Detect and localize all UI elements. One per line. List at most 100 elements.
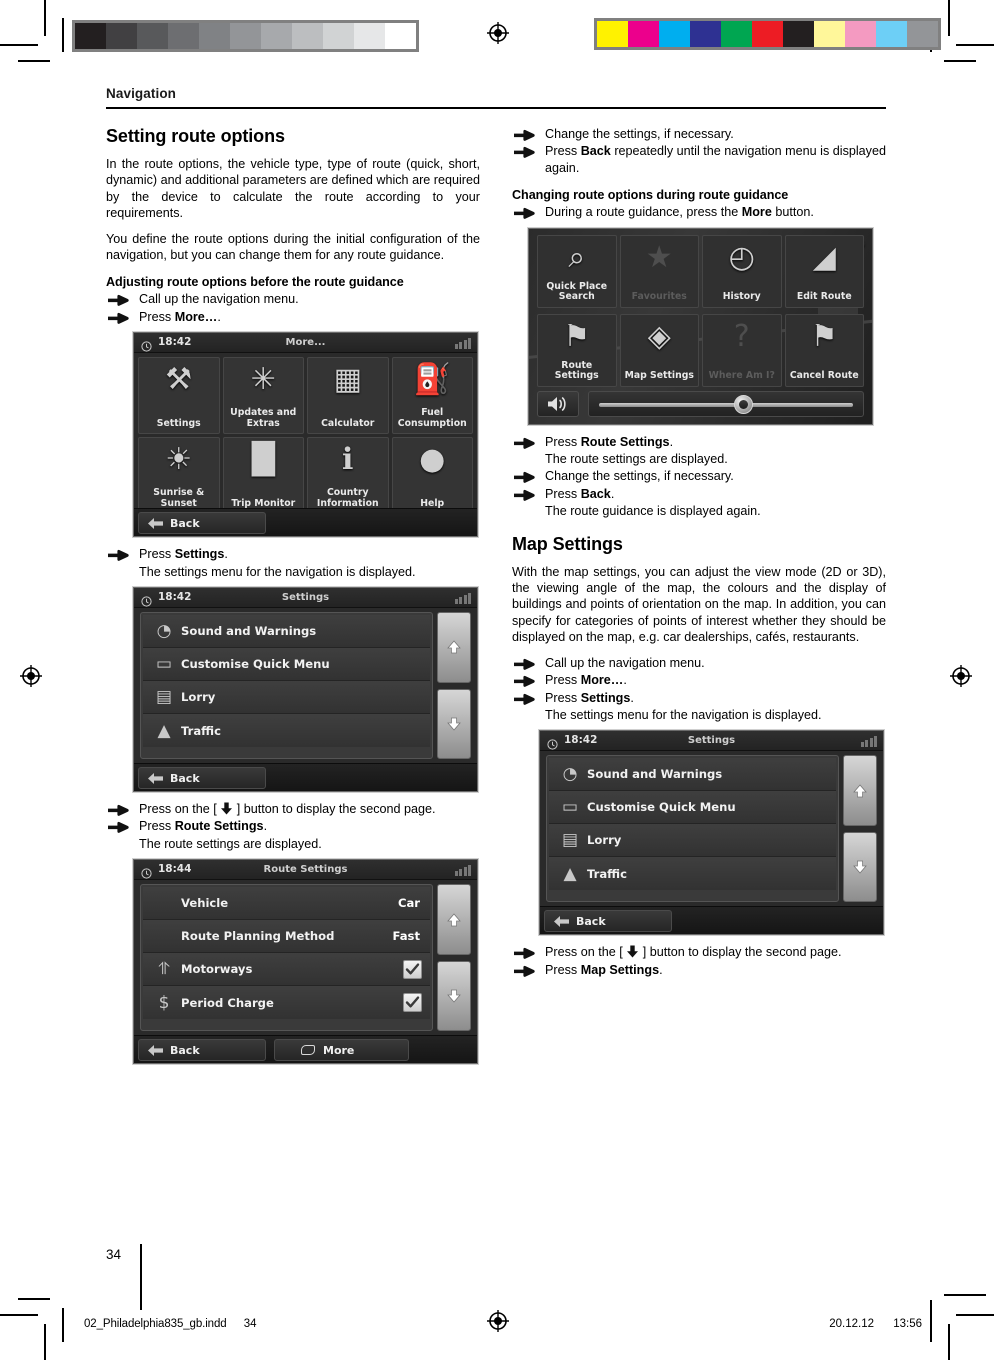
signpost-icon: ⚑ [563,318,591,354]
list-row-label: Lorry [587,833,622,848]
checkbox-checked[interactable] [403,993,422,1013]
checkered-flag-icon: ⚑ [810,318,838,354]
screen-title: Settings [687,735,736,747]
footer-filename: 02_Philadelphia835_gb.indd [84,1318,227,1330]
signal-strength-icon [454,337,471,350]
scroll-up-button[interactable] [437,612,471,683]
tile-label: Where Am I? [708,370,775,382]
step-item: Press Settings. [106,546,480,562]
back-button[interactable]: Back [544,910,672,933]
step-note: The route settings are displayed. [139,836,322,851]
tile-route-settings[interactable]: ⚑ Route Settings [537,313,617,387]
tile-quick-place-search[interactable]: ⌕ Quick Place Search [537,234,617,308]
tile-history[interactable]: ◴ History [702,234,782,308]
step-text: Call up the navigation menu. [139,292,299,307]
list-row-vehicle[interactable]: Vehicle Car [143,887,430,921]
scrollbar[interactable] [437,884,471,1032]
screenshot-settings-list-1: 18:42 Settings ◔ Sound and Warnings ▭ Custo… [133,587,478,793]
step-text: Press Route Settings. [139,819,268,834]
tile-updates-and-extras[interactable]: ✳ Updates and Extras [222,357,304,435]
step-item: Press Route Settings. [512,434,886,450]
lorry-icon: ▤ [155,687,173,708]
traffic-warning-icon: ▲ [157,720,171,741]
pointing-hand-icon [108,804,130,816]
tile-country-information[interactable]: ℹ Country Information [307,437,389,515]
step-text: Change the settings, if necessary. [545,469,734,484]
tile-label: Updates and Extras [230,407,297,429]
volume-slider-knob[interactable] [734,394,754,414]
back-button[interactable]: Back [138,1039,266,1062]
step-text: Change the settings, if necessary. [545,127,734,141]
screen-titlebar: 18:42 Settings [540,731,883,752]
list-row-sound-and-warnings[interactable]: ◔ Sound and Warnings [549,758,836,792]
step-list-left-b: Press Settings. [106,546,480,562]
more-menu-tile-grid: ⚒ Settings ✳ Updates and Extras ▦ Calculator ⛽… [134,353,477,518]
section-title-map-settings: Map Settings [512,533,623,554]
settings-list: ◔ Sound and Warnings ▭ Customise Quick Menu… [140,612,433,760]
back-button-label: Back [170,516,200,530]
tile-fuel-consumption[interactable]: ⛽ Fuel Consumption [391,357,473,435]
list-row-sound-and-warnings[interactable]: ◔ Sound and Warnings [143,615,430,649]
tile-sunrise-sunset[interactable]: ☀ Sunrise & Sunset [138,437,220,515]
step-text: Call up the navigation menu. [545,655,705,670]
pointing-hand-icon [108,821,130,834]
signal-strength-icon [454,864,471,877]
step-text: Press Route Settings. [545,434,674,449]
step-item: Press More…. [106,309,480,325]
list-row-label: Motorways [181,962,253,977]
list-row-route-planning-method[interactable]: Route Planning Method Fast [143,920,430,954]
scroll-down-button[interactable] [843,831,877,903]
lightbulb-icon: ● [419,442,446,478]
tile-map-settings[interactable]: ◈ Map Settings [619,313,699,387]
list-row-lorry[interactable]: ▤ Lorry [549,824,836,858]
step-text: Press Settings. [139,547,228,562]
list-row-traffic[interactable]: ▲ Traffic [549,857,836,891]
step-note: The settings menu for the navigation is … [545,707,822,722]
tile-favourites: ★ Favourites [619,234,699,308]
screen-bottom-bar: Back [134,508,477,537]
pointing-hand-icon [108,549,130,562]
step-item: Change the settings, if necessary. [512,126,886,142]
back-button[interactable]: Back [138,767,266,790]
step-item: Press Settings. [512,690,886,706]
list-row-motorways[interactable]: ⥣ Motorways [143,953,430,987]
bar-chart-icon: █ [251,442,275,478]
step-list-right-b: During a route guidance, press the More … [512,204,886,220]
tile-edit-route[interactable]: ◢ Edit Route [784,234,864,308]
scroll-down-button[interactable] [437,688,471,760]
left-arrow-icon [148,772,163,784]
star-icon: ★ [645,239,673,275]
step-list-right-f: Press on the [ ] button to display the s… [512,944,886,978]
scrollbar[interactable] [843,755,877,903]
satellite-icon: ✳ [250,362,276,398]
tile-calculator[interactable]: ▦ Calculator [307,357,389,435]
volume-slider[interactable] [588,390,864,417]
tile-help[interactable]: ● Help [391,437,473,515]
scroll-up-button[interactable] [843,755,877,826]
tile-label: Fuel Consumption [397,407,467,429]
footer-date: 20.12.12 [829,1318,875,1330]
checkbox-checked[interactable] [403,959,422,979]
more-button[interactable]: More [274,1039,409,1062]
list-row-value: Fast [392,929,420,944]
tile-label: Route Settings [554,359,599,382]
speaker-volume-icon[interactable] [537,390,579,417]
tile-label: Edit Route [796,291,852,303]
list-row-customise-quick-menu[interactable]: ▭ Customise Quick Menu [549,791,836,825]
tile-where-am-i: ? Where Am I? [702,313,782,387]
scrollbar[interactable] [437,612,471,760]
folio-page-number: 34 [106,1247,122,1262]
pointing-hand-icon [514,489,536,501]
scroll-down-button[interactable] [437,960,471,1032]
list-row-label: Sound and Warnings [181,624,317,639]
tile-trip-monitor[interactable]: █ Trip Monitor [222,437,304,515]
list-row-customise-quick-menu[interactable]: ▭ Customise Quick Menu [143,648,430,682]
list-row-lorry[interactable]: ▤ Lorry [143,681,430,715]
back-button[interactable]: Back [138,512,266,535]
tile-cancel-route[interactable]: ⚑ Cancel Route [784,313,864,387]
list-row-traffic[interactable]: ▲ Traffic [143,714,430,748]
tile-settings[interactable]: ⚒ Settings [138,357,220,435]
pointing-hand-icon [514,471,536,484]
scroll-up-button[interactable] [437,884,471,955]
list-row-period-charge[interactable]: $ Period Charge [143,986,430,1020]
